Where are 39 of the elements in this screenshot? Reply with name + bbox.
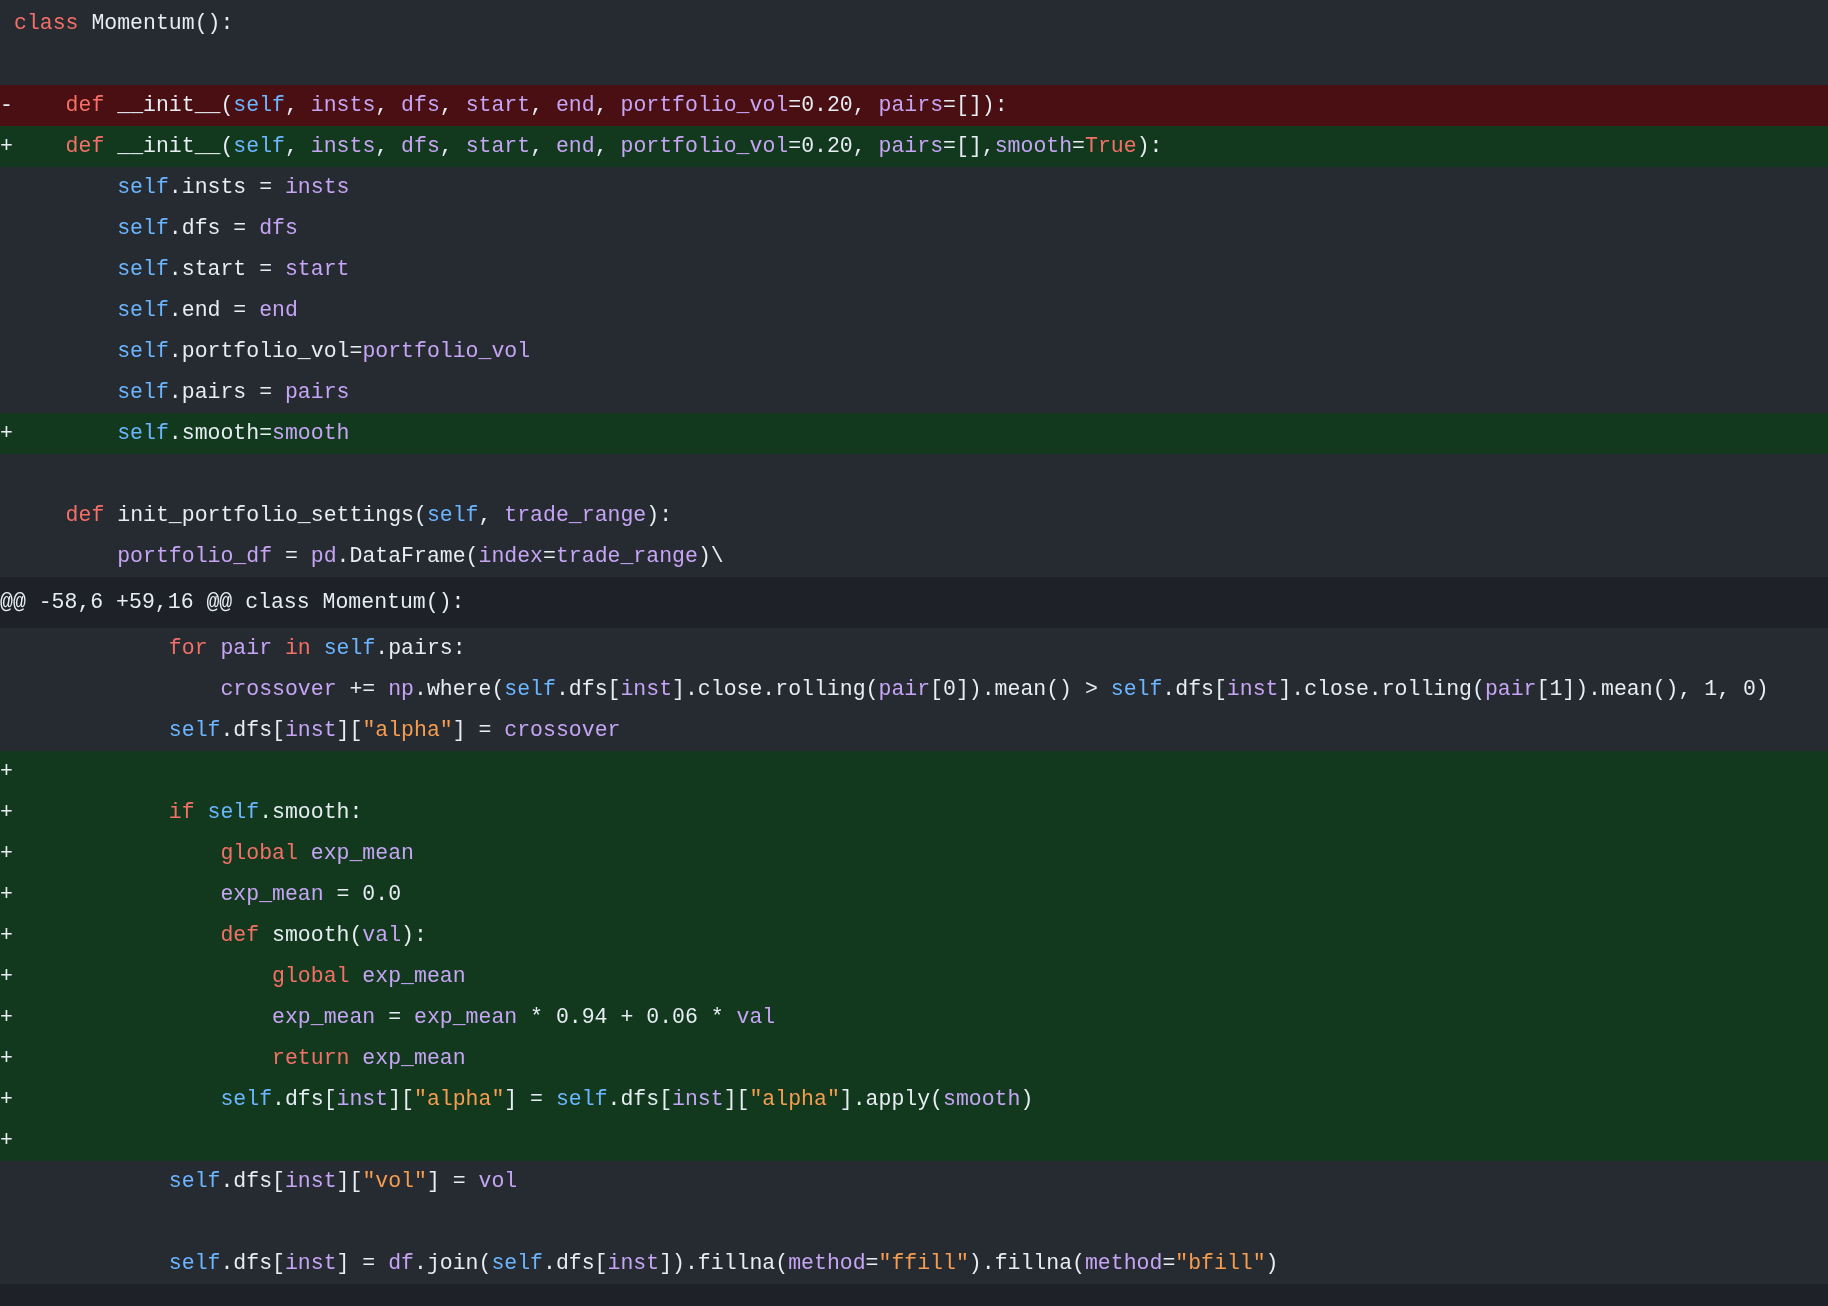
diff-marker: + [0,965,13,988]
code-line: self.dfs[inst] = df.join(self.dfs[inst]).fillna(method="ffill").fillna(method="bfill") [167,1252,1279,1275]
code-line: self.dfs = dfs [116,217,298,240]
diff-marker: + [0,883,13,906]
code-line: class Momentum(): [14,12,234,35]
diff-marker: + [0,422,13,445]
code-line: def init_portfolio_settings(self, trade_range): [64,504,673,527]
diff-marker: + [0,924,13,947]
diff-marker: + [0,842,13,865]
code-line: exp_mean = 0.0 [219,883,402,906]
code-line: self.portfolio_vol=portfolio_vol [116,340,531,363]
code-line: self.dfs[inst]["vol"] = vol [167,1170,518,1193]
diff-marker: + [0,801,13,824]
code-line: crossover += np.where(self.dfs[inst].close.rolling(pair[0]).mean() > self.dfs[inst].close.rolling(pair[1]).mean(), 1, 0) [219,678,1769,701]
diff-marker: + [0,1129,13,1152]
hunk-header: @@ -58,6 +59,16 @@ class Momentum(): [0,591,465,614]
code-line: def __init__(self, insts, dfs, start, end, portfolio_vol=0.20, pairs=[]): [64,94,1008,117]
code-line: self.dfs[inst]["alpha"] = crossover [167,719,621,742]
code-line: self.smooth=smooth [116,422,350,445]
code-line: self.end = end [116,299,298,322]
code-line: self.pairs = pairs [116,381,350,404]
diff-marker: + [0,135,13,158]
diff-marker: + [0,1088,13,1111]
diff-marker: + [0,760,13,783]
code-line: self.insts = insts [116,176,350,199]
code-line: return exp_mean [271,1047,466,1070]
code-line: portfolio_df = pd.DataFrame(index=trade_range)\ [116,545,724,568]
diff-marker: + [0,1047,13,1070]
code-line: def smooth(val): [219,924,427,947]
diff-marker: - [0,94,13,117]
code-line: self.dfs[inst]["alpha"] = self.dfs[inst]["alpha"].apply(smooth) [219,1088,1034,1111]
diff-marker: + [0,1006,13,1029]
code-line: for pair in self.pairs: [167,637,466,660]
code-line: global exp_mean [219,842,414,865]
code-line: self.start = start [116,258,350,281]
code-line: if self.smooth: [167,801,363,824]
code-line: global exp_mean [271,965,466,988]
code-line: exp_mean = exp_mean * 0.94 + 0.06 * val [271,1006,776,1029]
code-line: def __init__(self, insts, dfs, start, end, portfolio_vol=0.20, pairs=[],smooth=True): [64,135,1163,158]
